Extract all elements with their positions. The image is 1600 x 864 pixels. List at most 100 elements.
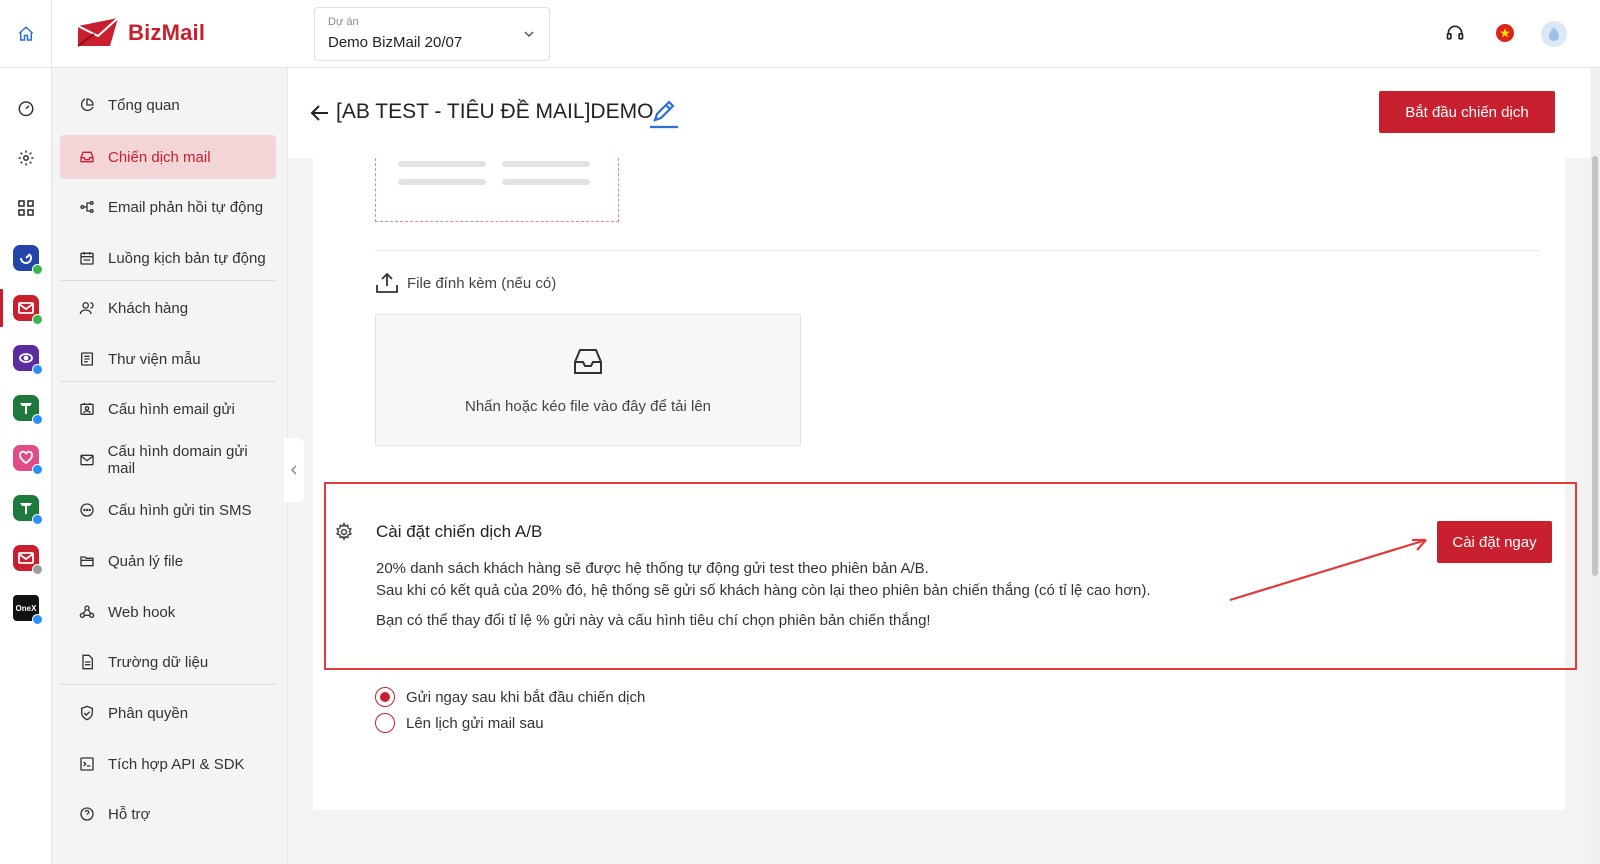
sidebar-item-label: Phân quyền bbox=[108, 704, 189, 722]
sidebar-item-support[interactable]: Hỗ trợ bbox=[60, 792, 276, 836]
rail-settings[interactable] bbox=[12, 144, 40, 172]
sidebar-item-label: Quản lý file bbox=[108, 552, 184, 570]
rail-app-bizmail[interactable] bbox=[12, 294, 43, 325]
rail-app-bizmail2[interactable] bbox=[12, 544, 43, 575]
preview-line bbox=[398, 161, 486, 167]
shield-check-icon bbox=[78, 704, 96, 722]
radio-button-selected[interactable] bbox=[375, 687, 395, 707]
home-icon bbox=[17, 25, 35, 43]
radio-dot bbox=[380, 692, 390, 702]
template-icon bbox=[78, 350, 96, 368]
sidebar-item-api-sdk[interactable]: Tích hợp API & SDK bbox=[60, 742, 276, 786]
sidebar-item-mail-campaign[interactable]: Chiến dịch mail bbox=[60, 135, 276, 179]
sidebar-item-label: Tổng quan bbox=[108, 96, 180, 114]
rail-active-indicator bbox=[0, 289, 3, 327]
onex-label: OneX bbox=[15, 603, 37, 613]
ab-settings-desc-1: 20% danh sách khách hàng sẽ được hệ thốn… bbox=[376, 560, 929, 577]
upload-icon bbox=[375, 272, 399, 294]
calendar-flow-icon bbox=[78, 249, 96, 267]
bizmail-logo-icon bbox=[76, 16, 120, 50]
sidebar-item-label: Email phản hồi tự động bbox=[108, 198, 264, 216]
support-button[interactable] bbox=[1442, 20, 1468, 46]
app-care-icon bbox=[13, 445, 43, 475]
app-bizmail-icon bbox=[13, 295, 43, 325]
sidebar-item-domain-config[interactable]: Cấu hình domain gửi mail bbox=[60, 438, 276, 482]
edit-pencil-icon[interactable] bbox=[648, 98, 680, 130]
preview-line bbox=[502, 179, 590, 185]
sidebar-item-sms-config[interactable]: Cấu hình gửi tin SMS bbox=[60, 488, 276, 532]
status-badge bbox=[32, 264, 43, 275]
radio-send-immediately[interactable]: Gửi ngay sau khi bắt đầu chiến dịch bbox=[375, 687, 645, 707]
sidebar-item-auto-reply[interactable]: Email phản hồi tự động bbox=[60, 185, 276, 229]
vietnam-flag-icon bbox=[1496, 24, 1514, 42]
sidebar-item-overview[interactable]: Tổng quan bbox=[60, 83, 276, 127]
rail-app-care[interactable] bbox=[12, 444, 43, 475]
sidebar-item-file-manager[interactable]: Quản lý file bbox=[60, 539, 276, 583]
sidebar-item-webhook[interactable]: Web hook bbox=[60, 590, 276, 634]
language-button[interactable] bbox=[1492, 20, 1518, 46]
section-divider bbox=[375, 250, 1539, 251]
grid-icon bbox=[18, 200, 34, 216]
add-badge bbox=[32, 564, 43, 575]
rail-app-tasks2[interactable] bbox=[12, 494, 43, 525]
email-template-preview[interactable] bbox=[375, 158, 619, 222]
sidebar-divider bbox=[60, 280, 276, 281]
sidebar-item-label: Thư viện mẫu bbox=[108, 350, 201, 368]
add-badge bbox=[32, 414, 43, 425]
rail-app-bizfly[interactable] bbox=[12, 244, 43, 275]
add-badge bbox=[32, 464, 43, 475]
rail-app-onex[interactable]: OneX bbox=[12, 594, 43, 625]
rail-app-chatbot[interactable] bbox=[12, 344, 43, 375]
users-icon bbox=[78, 299, 96, 317]
project-select[interactable]: Dự án Demo BizMail 20/07 bbox=[314, 7, 550, 61]
start-campaign-button[interactable]: Bắt đầu chiến dịch bbox=[1379, 91, 1555, 133]
scrollbar-thumb[interactable] bbox=[1592, 156, 1598, 576]
file-dropzone[interactable]: Nhấn hoặc kéo file vào đây để tải lên bbox=[375, 314, 801, 446]
sidebar-item-automation-flow[interactable]: Luồng kịch bản tự động bbox=[60, 236, 276, 280]
sidebar-item-label: Hỗ trợ bbox=[108, 805, 151, 823]
sidebar-collapse-button[interactable] bbox=[284, 438, 304, 502]
sidebar-item-template-library[interactable]: Thư viện mẫu bbox=[60, 337, 276, 381]
inbox-tray-icon bbox=[572, 346, 604, 376]
rail-grid[interactable] bbox=[12, 194, 40, 222]
sidebar-item-data-fields[interactable]: Trường dữ liệu bbox=[60, 640, 276, 684]
app-tasks2-icon bbox=[13, 495, 43, 525]
radio-schedule-later[interactable]: Lên lịch gửi mail sau bbox=[375, 713, 544, 733]
attachment-label-text: File đính kèm (nếu có) bbox=[407, 274, 557, 292]
page-title: [AB TEST - TIÊU ĐỀ MAIL]DEMO bbox=[336, 100, 654, 123]
status-badge bbox=[32, 314, 43, 325]
inbox-icon bbox=[78, 148, 96, 166]
sidebar-divider bbox=[60, 381, 276, 382]
sidebar-item-label: Web hook bbox=[108, 603, 176, 621]
project-select-label: Dự án bbox=[328, 16, 359, 28]
home-button[interactable] bbox=[0, 0, 52, 68]
sidebar: Tổng quan Chiến dịch mail Email phản hồi… bbox=[52, 68, 288, 864]
sidebar-item-label: Trường dữ liệu bbox=[108, 653, 209, 671]
chevron-down-icon bbox=[523, 28, 535, 40]
attachment-label: File đính kèm (nếu có) bbox=[375, 272, 556, 294]
sidebar-item-customers[interactable]: Khách hàng bbox=[60, 286, 276, 330]
terminal-icon bbox=[78, 755, 96, 773]
flow-icon bbox=[78, 198, 96, 216]
sidebar-item-sender-config[interactable]: Cấu hình email gửi bbox=[60, 387, 276, 431]
sidebar-item-permissions[interactable]: Phân quyền bbox=[60, 691, 276, 735]
campaign-content-card: File đính kèm (nếu có) Nhấn hoặc kéo fil… bbox=[313, 158, 1577, 810]
sidebar-item-label: Chiến dịch mail bbox=[108, 148, 211, 166]
add-badge bbox=[32, 364, 43, 375]
top-bar: BizMail Dự án Demo BizMail 20/07 bbox=[0, 0, 1600, 68]
gear-icon bbox=[17, 149, 35, 167]
setup-now-button[interactable]: Cài đặt ngay bbox=[1437, 521, 1552, 563]
radio-label: Gửi ngay sau khi bắt đầu chiến dịch bbox=[406, 688, 646, 706]
avatar[interactable] bbox=[1540, 20, 1568, 48]
back-arrow-icon[interactable] bbox=[310, 104, 330, 122]
app-rail: OneX bbox=[0, 68, 52, 864]
rail-app-tasks[interactable] bbox=[12, 394, 43, 425]
radio-button[interactable] bbox=[375, 713, 395, 733]
app-tasks-icon bbox=[13, 395, 43, 425]
add-badge bbox=[32, 614, 43, 625]
rail-dashboard[interactable] bbox=[12, 94, 40, 122]
project-select-value: Demo BizMail 20/07 bbox=[328, 34, 463, 51]
pie-chart-icon bbox=[78, 96, 96, 114]
sidebar-item-label: Cấu hình gửi tin SMS bbox=[108, 501, 252, 519]
bizmail-logo[interactable]: BizMail bbox=[76, 16, 205, 50]
